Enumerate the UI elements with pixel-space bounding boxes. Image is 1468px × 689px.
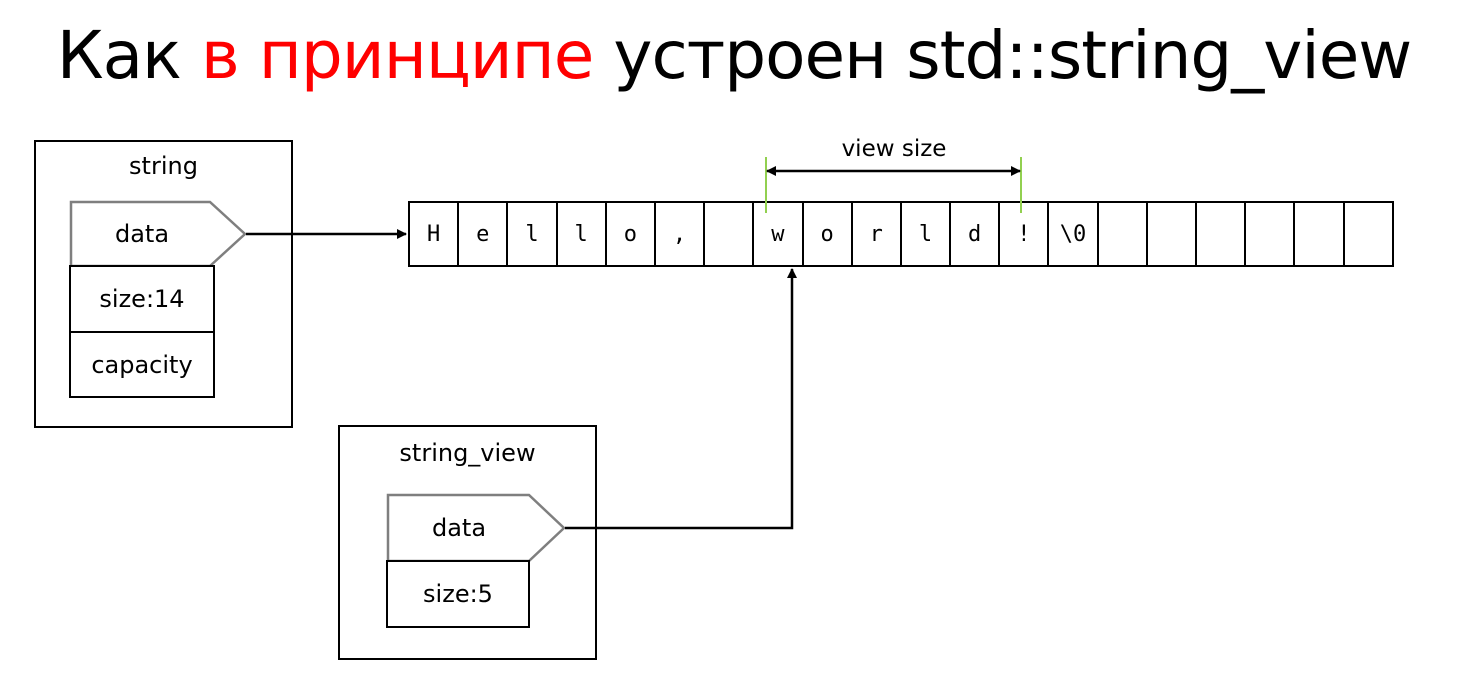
connectors [246,157,1022,530]
string-view-data-arrow [565,268,797,530]
